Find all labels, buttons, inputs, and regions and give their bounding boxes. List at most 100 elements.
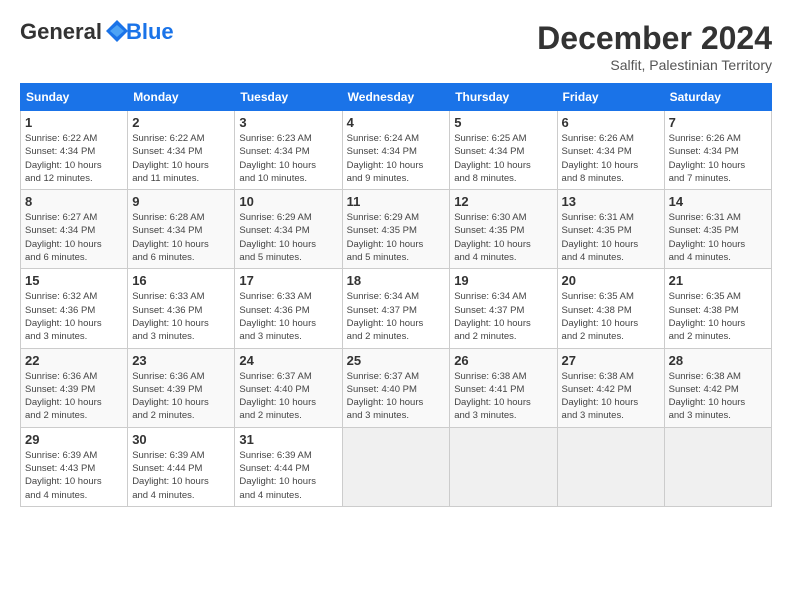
- day-number: 22: [25, 353, 123, 368]
- day-cell: 20 Sunrise: 6:35 AMSunset: 4:38 PMDaylig…: [557, 269, 664, 348]
- day-cell: 13 Sunrise: 6:31 AMSunset: 4:35 PMDaylig…: [557, 190, 664, 269]
- day-cell: 19 Sunrise: 6:34 AMSunset: 4:37 PMDaylig…: [450, 269, 557, 348]
- day-number: 14: [669, 194, 767, 209]
- day-number: 11: [347, 194, 446, 209]
- day-cell: 22 Sunrise: 6:36 AMSunset: 4:39 PMDaylig…: [21, 348, 128, 427]
- empty-cell: [342, 427, 450, 506]
- day-number: 21: [669, 273, 767, 288]
- day-info: Sunrise: 6:26 AMSunset: 4:34 PMDaylight:…: [562, 132, 660, 185]
- col-sunday: Sunday: [21, 84, 128, 111]
- day-info: Sunrise: 6:26 AMSunset: 4:34 PMDaylight:…: [669, 132, 767, 185]
- day-info: Sunrise: 6:29 AMSunset: 4:34 PMDaylight:…: [239, 211, 337, 264]
- day-cell: 21 Sunrise: 6:35 AMSunset: 4:38 PMDaylig…: [664, 269, 771, 348]
- day-number: 5: [454, 115, 552, 130]
- day-info: Sunrise: 6:30 AMSunset: 4:35 PMDaylight:…: [454, 211, 552, 264]
- table-row: 15 Sunrise: 6:32 AMSunset: 4:36 PMDaylig…: [21, 269, 772, 348]
- day-number: 4: [347, 115, 446, 130]
- day-number: 24: [239, 353, 337, 368]
- table-row: 22 Sunrise: 6:36 AMSunset: 4:39 PMDaylig…: [21, 348, 772, 427]
- day-info: Sunrise: 6:35 AMSunset: 4:38 PMDaylight:…: [562, 290, 660, 343]
- day-number: 30: [132, 432, 230, 447]
- day-number: 2: [132, 115, 230, 130]
- day-info: Sunrise: 6:36 AMSunset: 4:39 PMDaylight:…: [25, 370, 123, 423]
- day-info: Sunrise: 6:34 AMSunset: 4:37 PMDaylight:…: [454, 290, 552, 343]
- day-number: 31: [239, 432, 337, 447]
- day-cell: 28 Sunrise: 6:38 AMSunset: 4:42 PMDaylig…: [664, 348, 771, 427]
- header-row: Sunday Monday Tuesday Wednesday Thursday…: [21, 84, 772, 111]
- day-number: 3: [239, 115, 337, 130]
- day-cell: 30 Sunrise: 6:39 AMSunset: 4:44 PMDaylig…: [128, 427, 235, 506]
- day-info: Sunrise: 6:32 AMSunset: 4:36 PMDaylight:…: [25, 290, 123, 343]
- day-info: Sunrise: 6:36 AMSunset: 4:39 PMDaylight:…: [132, 370, 230, 423]
- day-cell: 29 Sunrise: 6:39 AMSunset: 4:43 PMDaylig…: [21, 427, 128, 506]
- day-info: Sunrise: 6:38 AMSunset: 4:42 PMDaylight:…: [562, 370, 660, 423]
- day-info: Sunrise: 6:28 AMSunset: 4:34 PMDaylight:…: [132, 211, 230, 264]
- empty-cell: [664, 427, 771, 506]
- col-friday: Friday: [557, 84, 664, 111]
- day-info: Sunrise: 6:24 AMSunset: 4:34 PMDaylight:…: [347, 132, 446, 185]
- empty-cell: [450, 427, 557, 506]
- day-info: Sunrise: 6:22 AMSunset: 4:34 PMDaylight:…: [132, 132, 230, 185]
- day-number: 20: [562, 273, 660, 288]
- empty-cell: [557, 427, 664, 506]
- day-cell: 11 Sunrise: 6:29 AMSunset: 4:35 PMDaylig…: [342, 190, 450, 269]
- title-area: December 2024 Salfit, Palestinian Territ…: [537, 20, 772, 73]
- day-info: Sunrise: 6:37 AMSunset: 4:40 PMDaylight:…: [347, 370, 446, 423]
- day-info: Sunrise: 6:39 AMSunset: 4:44 PMDaylight:…: [132, 449, 230, 502]
- day-info: Sunrise: 6:33 AMSunset: 4:36 PMDaylight:…: [132, 290, 230, 343]
- day-info: Sunrise: 6:37 AMSunset: 4:40 PMDaylight:…: [239, 370, 337, 423]
- table-row: 29 Sunrise: 6:39 AMSunset: 4:43 PMDaylig…: [21, 427, 772, 506]
- day-number: 19: [454, 273, 552, 288]
- month-title: December 2024: [537, 20, 772, 57]
- col-saturday: Saturday: [664, 84, 771, 111]
- day-info: Sunrise: 6:27 AMSunset: 4:34 PMDaylight:…: [25, 211, 123, 264]
- day-number: 12: [454, 194, 552, 209]
- day-cell: 2 Sunrise: 6:22 AMSunset: 4:34 PMDayligh…: [128, 111, 235, 190]
- day-cell: 16 Sunrise: 6:33 AMSunset: 4:36 PMDaylig…: [128, 269, 235, 348]
- day-number: 8: [25, 194, 123, 209]
- day-cell: 25 Sunrise: 6:37 AMSunset: 4:40 PMDaylig…: [342, 348, 450, 427]
- day-number: 28: [669, 353, 767, 368]
- day-cell: 3 Sunrise: 6:23 AMSunset: 4:34 PMDayligh…: [235, 111, 342, 190]
- day-info: Sunrise: 6:23 AMSunset: 4:34 PMDaylight:…: [239, 132, 337, 185]
- day-number: 18: [347, 273, 446, 288]
- day-number: 25: [347, 353, 446, 368]
- day-info: Sunrise: 6:29 AMSunset: 4:35 PMDaylight:…: [347, 211, 446, 264]
- day-cell: 12 Sunrise: 6:30 AMSunset: 4:35 PMDaylig…: [450, 190, 557, 269]
- day-cell: 8 Sunrise: 6:27 AMSunset: 4:34 PMDayligh…: [21, 190, 128, 269]
- day-number: 23: [132, 353, 230, 368]
- col-monday: Monday: [128, 84, 235, 111]
- day-number: 16: [132, 273, 230, 288]
- day-info: Sunrise: 6:33 AMSunset: 4:36 PMDaylight:…: [239, 290, 337, 343]
- day-number: 13: [562, 194, 660, 209]
- day-info: Sunrise: 6:38 AMSunset: 4:41 PMDaylight:…: [454, 370, 552, 423]
- day-number: 27: [562, 353, 660, 368]
- col-wednesday: Wednesday: [342, 84, 450, 111]
- day-number: 17: [239, 273, 337, 288]
- day-number: 10: [239, 194, 337, 209]
- day-cell: 4 Sunrise: 6:24 AMSunset: 4:34 PMDayligh…: [342, 111, 450, 190]
- day-cell: 9 Sunrise: 6:28 AMSunset: 4:34 PMDayligh…: [128, 190, 235, 269]
- day-number: 15: [25, 273, 123, 288]
- day-cell: 6 Sunrise: 6:26 AMSunset: 4:34 PMDayligh…: [557, 111, 664, 190]
- day-number: 6: [562, 115, 660, 130]
- day-info: Sunrise: 6:25 AMSunset: 4:34 PMDaylight:…: [454, 132, 552, 185]
- table-row: 1 Sunrise: 6:22 AMSunset: 4:34 PMDayligh…: [21, 111, 772, 190]
- day-info: Sunrise: 6:35 AMSunset: 4:38 PMDaylight:…: [669, 290, 767, 343]
- day-info: Sunrise: 6:22 AMSunset: 4:34 PMDaylight:…: [25, 132, 123, 185]
- day-cell: 17 Sunrise: 6:33 AMSunset: 4:36 PMDaylig…: [235, 269, 342, 348]
- day-number: 1: [25, 115, 123, 130]
- logo: General Blue: [20, 20, 174, 44]
- day-cell: 18 Sunrise: 6:34 AMSunset: 4:37 PMDaylig…: [342, 269, 450, 348]
- day-cell: 27 Sunrise: 6:38 AMSunset: 4:42 PMDaylig…: [557, 348, 664, 427]
- table-row: 8 Sunrise: 6:27 AMSunset: 4:34 PMDayligh…: [21, 190, 772, 269]
- calendar-table: Sunday Monday Tuesday Wednesday Thursday…: [20, 83, 772, 507]
- header: General Blue December 2024 Salfit, Pales…: [20, 20, 772, 73]
- day-cell: 24 Sunrise: 6:37 AMSunset: 4:40 PMDaylig…: [235, 348, 342, 427]
- col-tuesday: Tuesday: [235, 84, 342, 111]
- day-info: Sunrise: 6:39 AMSunset: 4:43 PMDaylight:…: [25, 449, 123, 502]
- day-number: 29: [25, 432, 123, 447]
- day-cell: 10 Sunrise: 6:29 AMSunset: 4:34 PMDaylig…: [235, 190, 342, 269]
- day-cell: 31 Sunrise: 6:39 AMSunset: 4:44 PMDaylig…: [235, 427, 342, 506]
- col-thursday: Thursday: [450, 84, 557, 111]
